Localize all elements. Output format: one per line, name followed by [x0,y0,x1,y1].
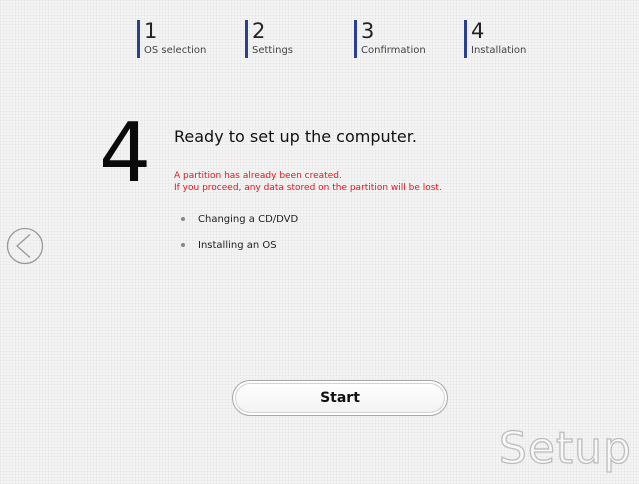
step-progress-bar: 1 OS selection 2 Settings 3 Confirmation… [137,20,577,60]
list-item: Installing an OS [181,239,298,252]
step-1: 1 OS selection [137,20,206,58]
back-button[interactable] [6,227,44,265]
warning-line-1: A partition has already been created. [174,171,342,181]
step-label: Confirmation [361,45,426,56]
step-label: Settings [252,45,294,56]
step-label: Installation [471,45,527,56]
list-item: Changing a CD/DVD [181,213,298,226]
step-4: 4 Installation [464,20,526,58]
setup-watermark: Setup [498,423,632,474]
current-step-number: 4 [99,106,152,201]
list-item-label: Changing a CD/DVD [198,214,299,225]
step-number: 4 [471,19,485,43]
back-arrow-icon [6,227,44,265]
step-label: OS selection [144,45,207,56]
start-button[interactable]: Start [232,380,448,416]
bullet-icon [181,243,185,247]
bullet-icon [181,217,185,221]
step-number: 2 [252,19,266,43]
step-number: 1 [144,19,158,43]
task-list: Changing a CD/DVD Installing an OS [181,213,298,265]
partition-warning: A partition has already been created. If… [174,170,442,194]
step-2: 2 Settings [245,20,293,58]
page-title: Ready to set up the computer. [174,127,417,146]
list-item-label: Installing an OS [198,240,277,251]
step-3: 3 Confirmation [354,20,426,58]
warning-line-2: If you proceed, any data stored on the p… [174,183,442,193]
step-number: 3 [361,19,375,43]
